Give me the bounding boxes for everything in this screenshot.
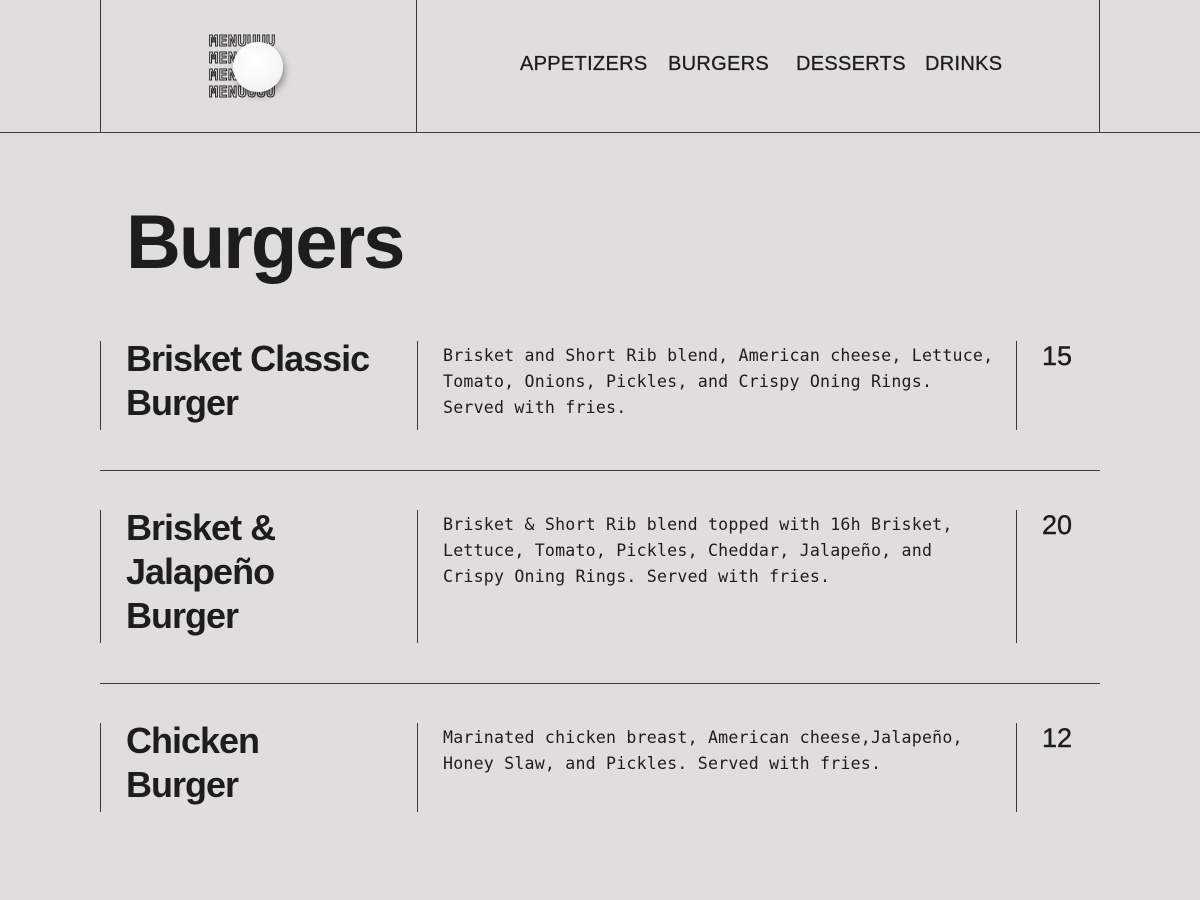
item-divider — [417, 341, 418, 430]
menu-item-description: Brisket & Short Rib blend topped with 16… — [443, 515, 953, 586]
menu-item: Brisket & Jalapeño Burger Brisket & Shor… — [100, 507, 1100, 643]
item-divider — [100, 723, 101, 812]
item-divider — [417, 510, 418, 643]
header-divider-left — [100, 0, 101, 132]
page-title: Burgers — [126, 200, 405, 285]
menu-item-description: Marinated chicken breast, American chees… — [443, 728, 963, 773]
menu-item: Chicken Burger Marinated chicken breast,… — [100, 720, 1100, 812]
menu-item-price: 15 — [1041, 341, 1072, 371]
menu-item-name: Chicken Burger — [126, 720, 260, 805]
menu-item-price: 20 — [1041, 510, 1072, 540]
item-divider — [100, 510, 101, 643]
logo[interactable]: MENUUUU MENUUUU MENUUUU MENUUUU — [209, 32, 309, 101]
menu-item-price: 12 — [1041, 723, 1072, 753]
nav-item-drinks[interactable]: DRINKS — [925, 53, 1002, 76]
row-separator — [100, 470, 1100, 471]
menu-item-name: Brisket & Jalapeño Burger — [126, 507, 276, 636]
nav-item-burgers[interactable]: BURGERS — [668, 53, 769, 76]
menu-item-description: Brisket and Short Rib blend, American ch… — [443, 346, 994, 417]
header-divider-middle — [416, 0, 417, 132]
item-divider — [100, 341, 101, 430]
site-header: MENUUUU MENUUUU MENUUUU MENUUUU APPETIZE… — [0, 0, 1200, 133]
logo-dot-icon — [233, 42, 283, 92]
nav-item-desserts[interactable]: DESSERTS — [796, 53, 906, 76]
header-divider-right — [1099, 0, 1100, 132]
menu-item: Brisket Classic Burger Brisket and Short… — [100, 338, 1100, 430]
menu-item-name: Brisket Classic Burger — [126, 338, 370, 423]
nav-item-appetizers[interactable]: APPETIZERS — [520, 53, 647, 76]
item-divider — [417, 723, 418, 812]
row-separator — [100, 683, 1100, 684]
